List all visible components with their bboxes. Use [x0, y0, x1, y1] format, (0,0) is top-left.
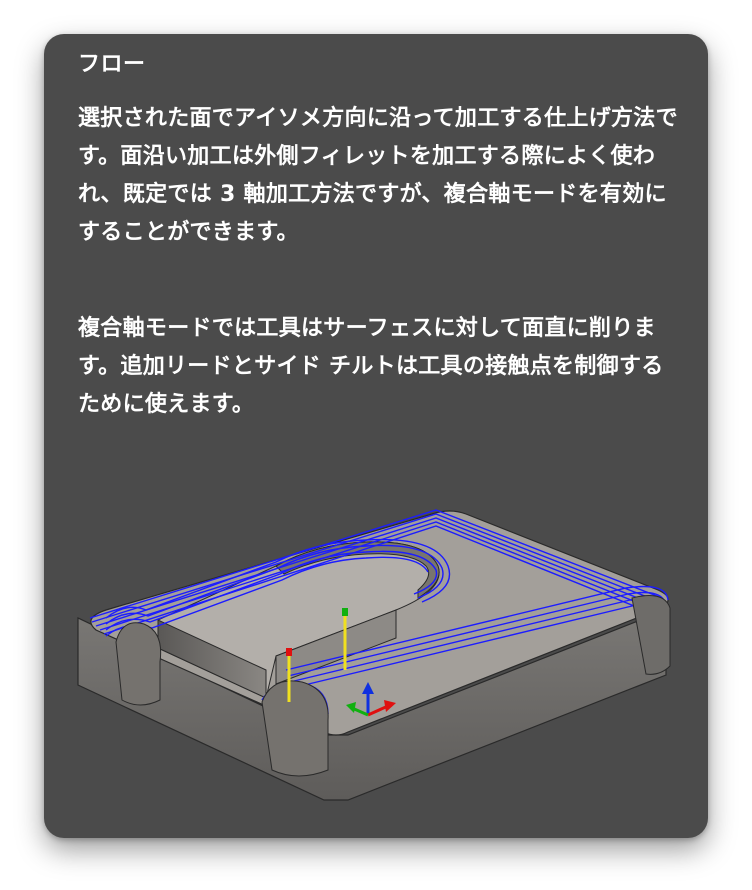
- tooltip-title: フロー: [78, 52, 146, 77]
- tooltip-multiaxis-note: 複合軸モードでは工具はサーフェスに対して面直に削ります。追加リードとサイド チル…: [78, 316, 664, 417]
- tooltip-description: 選択された面でアイソメ方向に沿って加工する仕上げ方法です。面沿い加工は外側フィレ…: [78, 106, 678, 245]
- flow-toolpath-illustration: [77, 509, 671, 801]
- tooltip-panel: フロー 選択された面でアイソメ方向に沿って加工する仕上げ方法です。面沿い加工は外…: [44, 34, 708, 838]
